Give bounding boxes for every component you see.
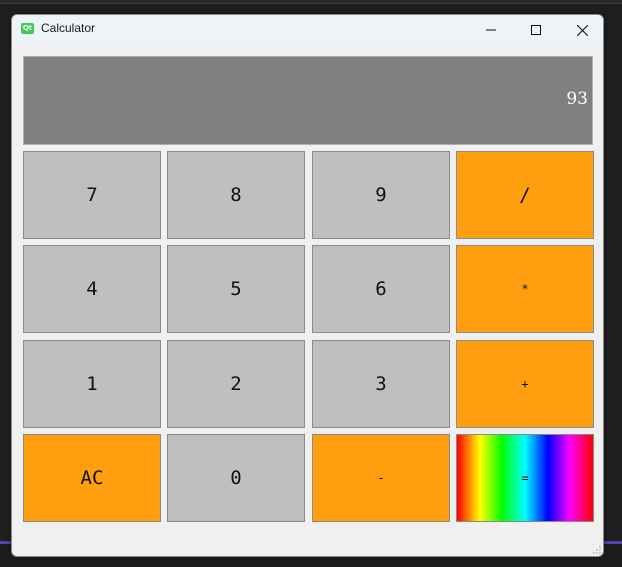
key-add[interactable]: + (456, 340, 594, 428)
key-3[interactable]: 3 (312, 340, 450, 428)
key-9[interactable]: 9 (312, 151, 450, 239)
key-6[interactable]: 6 (312, 245, 450, 333)
minimize-icon (486, 29, 496, 31)
resize-grip-icon[interactable] (593, 546, 601, 554)
key-subtract[interactable]: - (312, 434, 450, 522)
qt-logo-icon: Qt (21, 23, 34, 34)
result-display: 93 (23, 56, 593, 145)
title-bar[interactable]: Qt Calculator (12, 15, 603, 45)
maximize-icon (531, 25, 541, 35)
close-icon (576, 24, 588, 36)
key-1[interactable]: 1 (23, 340, 161, 428)
display-value: 93 (566, 89, 588, 109)
maximize-button[interactable] (513, 15, 559, 45)
close-button[interactable] (559, 15, 603, 45)
key-0[interactable]: 0 (167, 434, 305, 522)
key-clear[interactable]: AC (23, 434, 161, 522)
key-2[interactable]: 2 (167, 340, 305, 428)
background-strip (0, 0, 622, 4)
key-multiply[interactable]: * (456, 245, 594, 333)
key-8[interactable]: 8 (167, 151, 305, 239)
key-4[interactable]: 4 (23, 245, 161, 333)
key-equals[interactable]: = (456, 434, 594, 522)
key-divide[interactable]: / (456, 151, 594, 239)
calculator-window: Qt Calculator 93 7 8 9 / 4 5 6 * 1 2 3 +… (11, 14, 604, 557)
minimize-button[interactable] (468, 15, 514, 45)
key-5[interactable]: 5 (167, 245, 305, 333)
window-title: Calculator (41, 21, 96, 35)
key-7[interactable]: 7 (23, 151, 161, 239)
